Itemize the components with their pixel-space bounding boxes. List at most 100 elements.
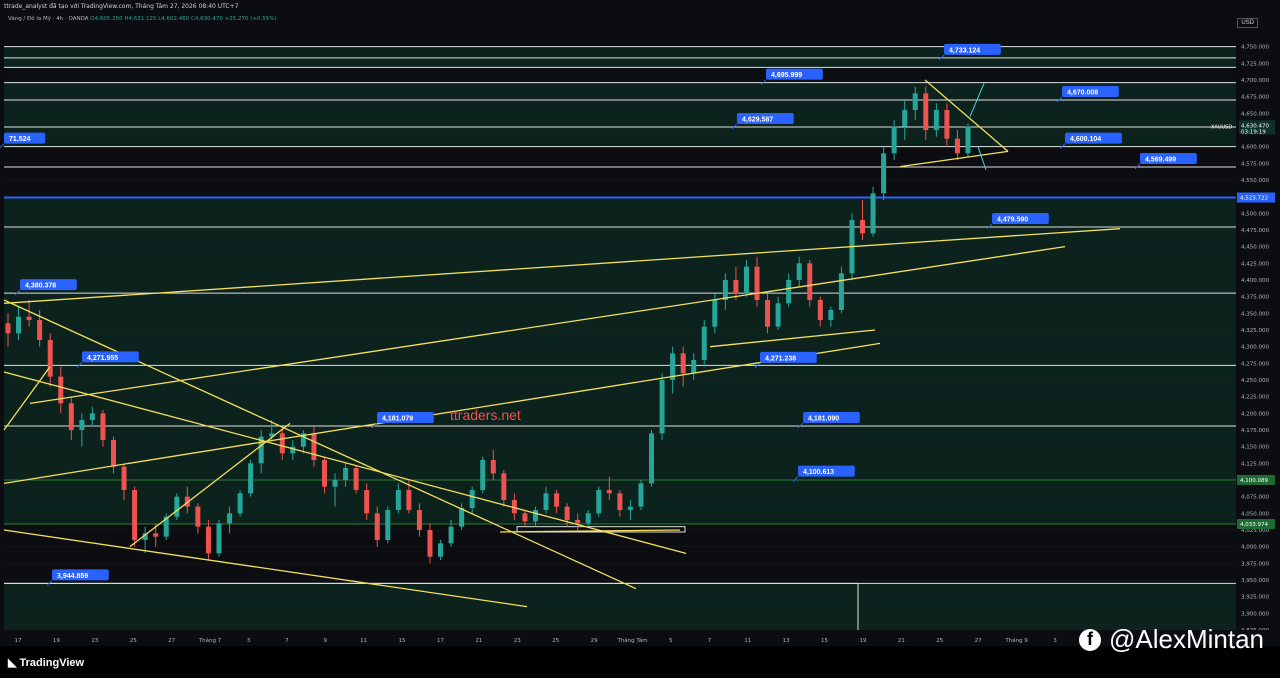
price-label-text: 4,181.079 xyxy=(382,415,413,422)
y-tick-label: 4,425.000 xyxy=(1241,261,1269,267)
x-tick-label: Tháng 9 xyxy=(1004,637,1028,644)
candle-body xyxy=(627,506,633,510)
x-tick-label: 3 xyxy=(247,638,251,644)
candle-body xyxy=(743,266,749,294)
x-tick-label: 15 xyxy=(821,638,828,644)
x-tick-label: 21 xyxy=(898,638,905,644)
level-tag-text: 4,523.722 xyxy=(1240,196,1268,202)
candle-body xyxy=(68,403,74,430)
candle-body xyxy=(649,433,655,484)
y-tick-label: 4,500.000 xyxy=(1241,211,1269,217)
y-tick-label: 4,600.000 xyxy=(1241,145,1269,151)
current-price-countdown: 03:19:19 xyxy=(1241,129,1266,135)
price-label-text: 4,181.090 xyxy=(808,415,839,422)
y-tick-label: 4,725.000 xyxy=(1241,61,1269,67)
level-tag-text: 4,033.974 xyxy=(1240,522,1268,528)
candle-body xyxy=(860,220,866,234)
x-tick-label: 21 xyxy=(475,638,482,644)
price-label-text: 4,569.499 xyxy=(1145,157,1176,164)
candle-body xyxy=(459,508,465,527)
x-tick-label: 25 xyxy=(552,638,559,644)
candle-body xyxy=(786,280,792,304)
x-tick-label: 29 xyxy=(591,638,598,644)
candle-body xyxy=(501,473,507,500)
y-tick-label: 4,325.000 xyxy=(1241,328,1269,334)
candle-body xyxy=(121,466,127,490)
y-tick-label: 4,000.000 xyxy=(1241,545,1269,551)
footer-bar: ◣ TradingView f @AlexMintan xyxy=(0,624,1280,678)
x-tick-label: 3 xyxy=(1053,638,1057,644)
candle-body xyxy=(775,303,781,327)
candle-body xyxy=(47,340,53,377)
social-handle-text: @AlexMintan xyxy=(1108,624,1264,654)
currency-button[interactable]: USD xyxy=(1237,18,1258,28)
y-tick-label: 4,350.000 xyxy=(1241,311,1269,317)
candle-body xyxy=(638,483,644,507)
candle-body xyxy=(110,440,116,467)
level-tag-text: 4,100.089 xyxy=(1240,478,1268,484)
candle-body xyxy=(490,460,496,474)
candle-body xyxy=(132,490,138,540)
candle-body xyxy=(891,126,897,154)
candle-body xyxy=(575,520,581,524)
chart-header: ttrade_analyst đã tạo với TradingView.co… xyxy=(4,3,238,10)
candle-body xyxy=(965,126,971,154)
x-tick-label: 7 xyxy=(285,638,289,644)
x-tick-label: 17 xyxy=(15,638,22,644)
symbol-name: Vàng / Đô la Mỹ · 4h · OANDA xyxy=(8,16,89,22)
x-tick-label: 13 xyxy=(783,638,790,644)
candle-body xyxy=(532,510,538,522)
candle-body xyxy=(26,316,32,320)
y-tick-label: 4,225.000 xyxy=(1241,395,1269,401)
candle-body xyxy=(364,490,370,514)
x-tick-label: 19 xyxy=(53,638,60,644)
y-tick-label: 3,925.000 xyxy=(1241,595,1269,601)
candle-body xyxy=(902,110,908,127)
y-tick-label: 3,950.000 xyxy=(1241,578,1269,584)
x-tick-label: 23 xyxy=(91,638,98,644)
candle-body xyxy=(227,513,233,524)
candle-body xyxy=(701,326,707,360)
price-label-text: 3,944.859 xyxy=(57,573,88,580)
candle-body xyxy=(954,138,960,154)
candle-body xyxy=(680,353,686,374)
candle-body xyxy=(912,93,918,110)
price-label-text: 4,380.378 xyxy=(25,283,56,290)
y-tick-label: 4,175.000 xyxy=(1241,428,1269,434)
candle-body xyxy=(480,460,486,490)
y-tick-label: 3,900.000 xyxy=(1241,611,1269,617)
candle-body xyxy=(807,263,813,300)
y-tick-label: 4,200.000 xyxy=(1241,411,1269,417)
candle-body xyxy=(5,323,11,334)
y-tick-label: 4,650.000 xyxy=(1241,111,1269,117)
tv-brand-text: TradingView xyxy=(19,657,85,669)
y-tick-label: 4,700.000 xyxy=(1241,78,1269,84)
candle-body xyxy=(765,300,771,327)
y-tick-label: 4,400.000 xyxy=(1241,278,1269,284)
x-tick-label: Tháng 7 xyxy=(198,637,222,644)
current-price-symbol: XAUUSD xyxy=(1211,124,1232,130)
candle-body xyxy=(691,360,697,374)
candle-body xyxy=(754,266,760,300)
x-tick-label: 25 xyxy=(130,638,137,644)
candle-body xyxy=(385,510,391,540)
price-chart[interactable]: 4,733.124 4,695.999 4,670.008 4,629.587 4,60… xyxy=(0,0,1280,678)
x-tick-label: 23 xyxy=(514,638,521,644)
candle-body xyxy=(838,273,844,310)
candle-body xyxy=(321,460,327,487)
candle-body xyxy=(522,513,528,522)
candle-body xyxy=(153,533,159,537)
price-label-text: 4,100.613 xyxy=(803,469,834,476)
candle-body xyxy=(722,280,728,300)
zone-fill xyxy=(4,46,1236,68)
y-tick-label: 4,475.000 xyxy=(1241,228,1269,234)
ohlc-values: O4,605.250 H4,631.125 L4,602.460 C4,630.… xyxy=(90,16,277,22)
price-label-text: 4,271.238 xyxy=(765,355,796,362)
price-label-text: 4,271.955 xyxy=(87,355,118,362)
candle-body xyxy=(438,543,444,557)
candle-body xyxy=(216,523,222,554)
candle-body xyxy=(733,280,739,294)
candle-body xyxy=(237,493,243,514)
y-tick-label: 4,150.000 xyxy=(1241,445,1269,451)
candle-body xyxy=(828,310,834,320)
